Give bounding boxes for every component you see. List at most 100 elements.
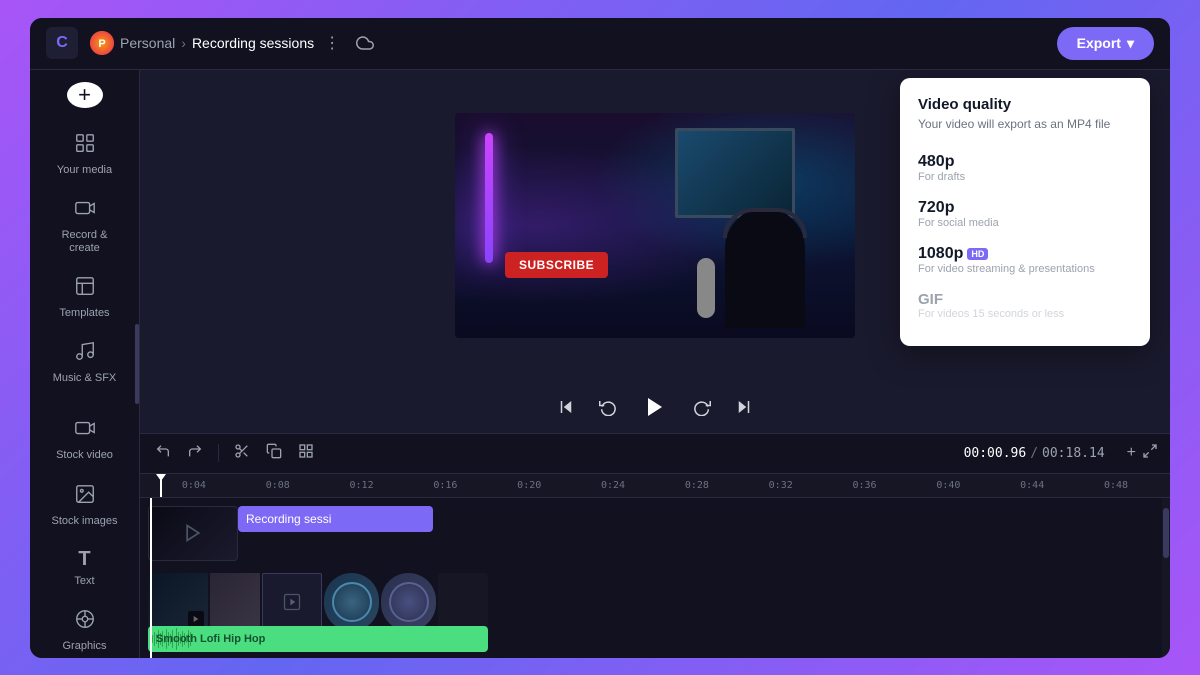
timeline-tracks: Recording sessi <box>140 498 1170 658</box>
quality-option-720p[interactable]: 720p For social media <box>918 191 1132 237</box>
quality-name-gif: GIF <box>918 291 1132 308</box>
sidebar-label-text: Text <box>74 575 94 588</box>
time-separator: / <box>1030 446 1038 461</box>
studio-window <box>675 128 795 218</box>
video-strip-clip-3[interactable] <box>262 573 322 631</box>
time-total: 00:18.14 <box>1042 446 1105 461</box>
expand-button[interactable] <box>1142 443 1158 464</box>
video-strip-clip-5[interactable] <box>381 573 436 631</box>
top-bar: C P Personal <box>30 18 1170 70</box>
timeline-toolbar: 00:00.96 / 00:18.14 + <box>140 434 1170 474</box>
ruler-mark-7: 0:32 <box>739 480 823 491</box>
sidebar-item-your-media[interactable]: Your media <box>40 124 130 185</box>
sidebar-item-music-sfx[interactable]: Music & SFX <box>40 332 130 393</box>
duplicate-button[interactable] <box>263 440 285 467</box>
timeline-section: 00:00.96 / 00:18.14 + <box>140 433 1170 658</box>
quality-desc-480p: For drafts <box>918 171 1132 183</box>
sidebar-label-music-sfx: Music & SFX <box>53 372 117 385</box>
breadcrumb: P Personal › Recording sessions ⋮ <box>90 29 1045 57</box>
skip-back-button[interactable] <box>553 394 579 420</box>
subscribe-overlay: SUBSCRIBE <box>505 252 608 278</box>
personal-label: Personal <box>120 35 175 51</box>
audio-track[interactable]: Smooth Lofi Hip Hop <box>148 626 488 652</box>
quality-name-480p: 480p <box>918 153 1132 171</box>
black-video-clip[interactable] <box>148 506 238 561</box>
time-display: 00:00.96 / 00:18.14 <box>964 446 1105 461</box>
playback-controls <box>140 381 1170 433</box>
playhead-triangle <box>156 474 166 481</box>
zoom-controls: + <box>1127 443 1158 464</box>
main-area: + Your media <box>30 70 1170 658</box>
skip-forward-button[interactable] <box>731 394 757 420</box>
quality-option-480p[interactable]: 480p For drafts <box>918 145 1132 191</box>
ruler-mark-2: 0:12 <box>320 480 404 491</box>
music-sfx-icon <box>74 340 96 368</box>
video-area: SUBSCRIBE Video quality Your video will … <box>140 70 1170 381</box>
video-strip-clip-4[interactable] <box>324 573 379 631</box>
sidebar-label-stock-video: Stock video <box>56 449 113 462</box>
sidebar-item-graphics[interactable]: Graphics <box>40 600 130 658</box>
sidebar-label-your-media: Your media <box>57 164 112 177</box>
sidebar-item-text[interactable]: T Text <box>40 540 130 596</box>
redo-button[interactable] <box>184 440 206 467</box>
more-tools-button[interactable] <box>295 440 317 467</box>
video-quality-panel: Video quality Your video will export as … <box>900 78 1150 346</box>
app-logo: C <box>46 27 78 59</box>
quality-desc-720p: For social media <box>918 217 1132 229</box>
ruler-mark-9: 0:40 <box>906 480 990 491</box>
quality-panel-subtitle: Your video will export as an MP4 file <box>918 117 1132 131</box>
video-strip-clip-1[interactable] <box>148 573 208 631</box>
breadcrumb-separator: › <box>181 35 186 51</box>
toolbar-divider-1 <box>218 444 219 462</box>
ruler-mark-10: 0:44 <box>990 480 1074 491</box>
stock-images-icon <box>74 483 96 511</box>
sidebar-item-templates[interactable]: Templates <box>40 267 130 328</box>
sidebar-item-stock-images[interactable]: Stock images <box>40 475 130 536</box>
avatar: P <box>90 31 114 55</box>
time-current: 00:00.96 <box>964 446 1027 461</box>
video-strip-fill <box>438 573 488 631</box>
forward-button[interactable] <box>689 394 715 420</box>
rewind-button[interactable] <box>595 394 621 420</box>
content-area: SUBSCRIBE Video quality Your video will … <box>140 70 1170 658</box>
cloud-button[interactable] <box>352 30 378 56</box>
hd-badge: HD <box>967 248 988 260</box>
timeline-scrollbar[interactable] <box>1162 498 1170 658</box>
quality-name-720p: 720p <box>918 199 1132 217</box>
breadcrumb-personal[interactable]: P Personal <box>90 31 175 55</box>
timeline-ruler: 0:04 0:08 0:12 0:16 0:20 0:24 0:28 0:32 … <box>140 474 1170 498</box>
quality-name-1080p: 1080p HD <box>918 245 1132 263</box>
quality-desc-gif: For videos 15 seconds or less <box>918 308 1132 320</box>
breadcrumb-actions: ⋮ <box>320 29 378 57</box>
quality-panel-title: Video quality <box>918 96 1132 113</box>
video-strip-clip-2[interactable] <box>210 573 260 631</box>
undo-button[interactable] <box>152 440 174 467</box>
ruler-mark-4: 0:20 <box>487 480 571 491</box>
your-media-icon <box>74 132 96 160</box>
microphone <box>697 258 715 318</box>
ruler-marks: 0:04 0:08 0:12 0:16 0:20 0:24 0:28 0:32 … <box>152 480 1158 491</box>
add-button[interactable]: + <box>67 82 103 108</box>
play-button[interactable] <box>637 389 673 425</box>
page-title: Recording sessions <box>192 35 314 51</box>
ruler-mark-0: 0:04 <box>152 480 236 491</box>
audio-label: Smooth Lofi Hip Hop <box>148 633 265 645</box>
quality-option-1080p[interactable]: 1080p HD For video streaming & presentat… <box>918 237 1132 283</box>
sidebar-item-record-create[interactable]: Record &create <box>40 189 130 263</box>
app-window: C P Personal <box>30 18 1170 658</box>
quality-option-gif[interactable]: GIF For videos 15 seconds or less <box>918 283 1132 328</box>
svg-text:P: P <box>98 38 105 50</box>
ruler-mark-1: 0:08 <box>236 480 320 491</box>
video-strip-track[interactable] <box>148 573 488 631</box>
export-button[interactable]: Export ▾ <box>1057 27 1154 60</box>
sidebar: + Your media <box>30 70 140 658</box>
recording-clip[interactable]: Recording sessi <box>238 506 433 532</box>
sidebar-label-record-create: Record &create <box>62 229 108 255</box>
sidebar-label-templates: Templates <box>59 307 109 320</box>
sidebar-item-stock-video[interactable]: Stock video <box>40 409 130 470</box>
more-options-button[interactable]: ⋮ <box>320 29 344 57</box>
ruler-mark-6: 0:28 <box>655 480 739 491</box>
sidebar-scrollbar <box>135 324 139 404</box>
cut-button[interactable] <box>231 440 253 467</box>
zoom-in-button[interactable]: + <box>1127 444 1136 462</box>
